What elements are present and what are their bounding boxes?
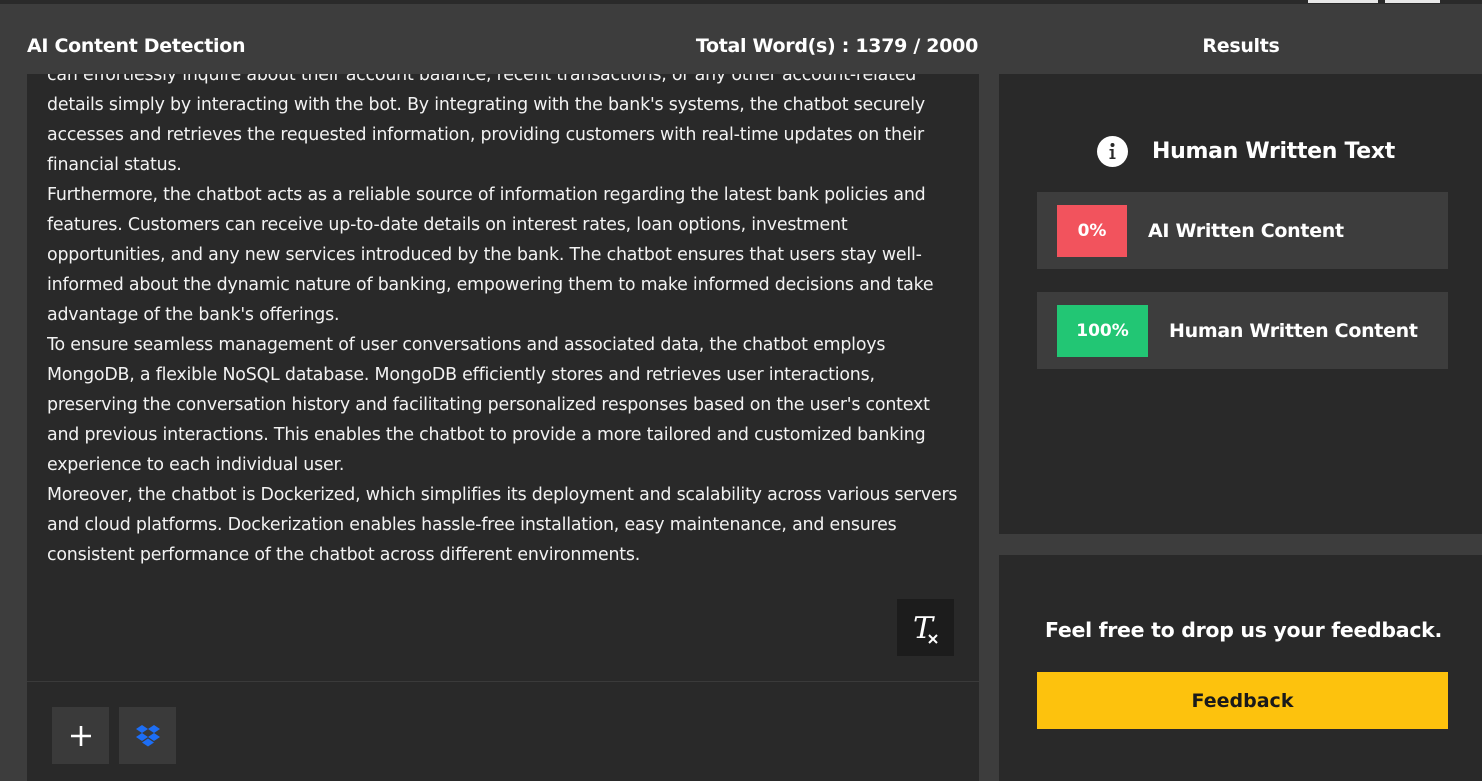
plus-icon bbox=[70, 725, 91, 746]
editor-paragraph: can effortlessly inquire about their acc… bbox=[47, 74, 926, 175]
editor-text-area[interactable]: can effortlessly inquire about their acc… bbox=[47, 74, 959, 570]
app-title: AI Content Detection bbox=[27, 35, 246, 57]
editor-divider bbox=[27, 681, 979, 682]
feedback-button[interactable]: Feedback bbox=[1037, 672, 1448, 729]
top-strip-mark bbox=[1385, 0, 1440, 3]
results-title: Results bbox=[1202, 35, 1280, 57]
header-bar: AI Content Detection Total Word(s) : 137… bbox=[0, 4, 1482, 74]
dropbox-icon bbox=[135, 724, 160, 746]
add-file-button[interactable] bbox=[52, 707, 109, 764]
results-panel: Human Written Text 0% AI Written Content… bbox=[999, 74, 1482, 534]
verdict: Human Written Text bbox=[1097, 136, 1395, 167]
top-strip-mark bbox=[1308, 0, 1378, 3]
human-content-label: Human Written Content bbox=[1169, 319, 1418, 342]
info-icon bbox=[1097, 136, 1128, 167]
editor-paragraph: Furthermore, the chatbot acts as a relia… bbox=[47, 185, 934, 325]
editor-paragraph: To ensure seamless management of user co… bbox=[47, 335, 930, 475]
clear-formatting-icon: T bbox=[913, 611, 938, 645]
feedback-prompt: Feel free to drop us your feedback. bbox=[1044, 618, 1443, 642]
ai-content-row: 0% AI Written Content bbox=[1037, 192, 1448, 269]
ai-percentage-badge: 0% bbox=[1057, 204, 1127, 257]
clear-formatting-button[interactable]: T bbox=[897, 599, 954, 656]
human-content-row: 100% Human Written Content bbox=[1037, 292, 1448, 369]
ai-content-label: AI Written Content bbox=[1148, 219, 1344, 242]
text-editor[interactable]: can effortlessly inquire about their acc… bbox=[27, 74, 979, 781]
editor-paragraph: Moreover, the chatbot is Dockerized, whi… bbox=[47, 485, 958, 565]
dropbox-button[interactable] bbox=[119, 707, 176, 764]
human-percentage-badge: 100% bbox=[1057, 304, 1148, 357]
verdict-label: Human Written Text bbox=[1152, 139, 1396, 164]
feedback-panel: Feel free to drop us your feedback. Feed… bbox=[999, 555, 1482, 781]
word-count: Total Word(s) : 1379 / 2000 bbox=[695, 35, 978, 57]
